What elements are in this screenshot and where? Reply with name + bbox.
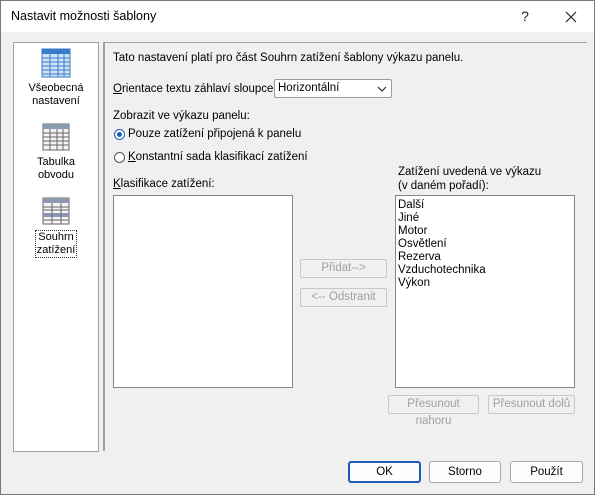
close-icon <box>565 11 577 23</box>
orientation-label: Orientace textu záhlaví sloupce: <box>113 83 277 95</box>
list-item[interactable]: Osvětlení <box>396 238 574 251</box>
listed-loads-list[interactable]: Další Jiné Motor Osvětlení Rezerva Vzduc… <box>395 195 575 388</box>
radio-constant-set-label[interactable]: Konstantní sada klasifikací zatížení <box>128 151 308 163</box>
list-item[interactable]: Motor <box>396 225 574 238</box>
dialog-window: Nastavit možnosti šablony ? Všeobecná nas… <box>0 0 595 495</box>
nav-item-load-summary[interactable]: Souhrn zatížení <box>14 195 98 258</box>
apply-button[interactable]: Použít <box>510 461 583 483</box>
show-in-schedule-label: Zobrazit ve výkazu panelu: <box>113 110 250 122</box>
listed-loads-label: Zatížení uvedená ve výkazu (v daném pořad… <box>398 166 542 192</box>
orientation-select[interactable]: Horizontální <box>274 79 392 98</box>
remove-button[interactable]: <-- Odstranit <box>300 288 387 307</box>
orientation-value: Horizontální <box>278 82 340 94</box>
category-panel: Všeobecná nastavení Tabulka obvodu Souhrn z… <box>13 42 99 452</box>
radio-constant-set[interactable] <box>114 152 125 163</box>
nav-label-circuit-table: Tabulka obvodu <box>37 156 75 181</box>
list-item[interactable]: Jiné <box>396 212 574 225</box>
radio-attached-loads[interactable] <box>114 129 125 140</box>
list-item[interactable]: Vzduchotechnika <box>396 264 574 277</box>
chevron-down-icon <box>377 86 387 92</box>
list-item[interactable]: Rezerva <box>396 251 574 264</box>
help-button[interactable]: ? <box>503 1 547 32</box>
nav-item-general[interactable]: Všeobecná nastavení <box>14 47 98 108</box>
table-icon <box>42 123 70 151</box>
dialog-title: Nastavit možnosti šablony <box>11 9 157 23</box>
summary-table-icon <box>42 197 70 225</box>
nav-item-circuit-table[interactable]: Tabulka obvodu <box>14 121 98 182</box>
classification-list[interactable] <box>113 195 293 388</box>
move-down-button[interactable]: Přesunout dolů <box>488 395 575 414</box>
title-bar: Nastavit možnosti šablony ? <box>1 1 594 32</box>
radio-attached-loads-label[interactable]: Pouze zatížení připojená k panelu <box>128 128 301 140</box>
add-button[interactable]: Přidat--> <box>300 259 387 278</box>
move-up-button[interactable]: Přesunout nahoru <box>388 395 479 427</box>
cancel-button[interactable]: Storno <box>429 461 501 483</box>
close-button[interactable] <box>549 1 593 32</box>
list-item[interactable]: Výkon <box>396 277 574 290</box>
nav-label-load-summary: Souhrn zatížení <box>34 230 78 258</box>
description-text: Tato nastavení platí pro část Souhrn zat… <box>113 52 464 64</box>
nav-label-general: Všeobecná nastavení <box>28 82 84 107</box>
list-item[interactable]: Další <box>396 199 574 212</box>
classification-label: Klasifikace zatížení: <box>113 178 215 190</box>
ok-button[interactable]: OK <box>348 461 421 483</box>
spreadsheet-icon <box>41 48 71 78</box>
